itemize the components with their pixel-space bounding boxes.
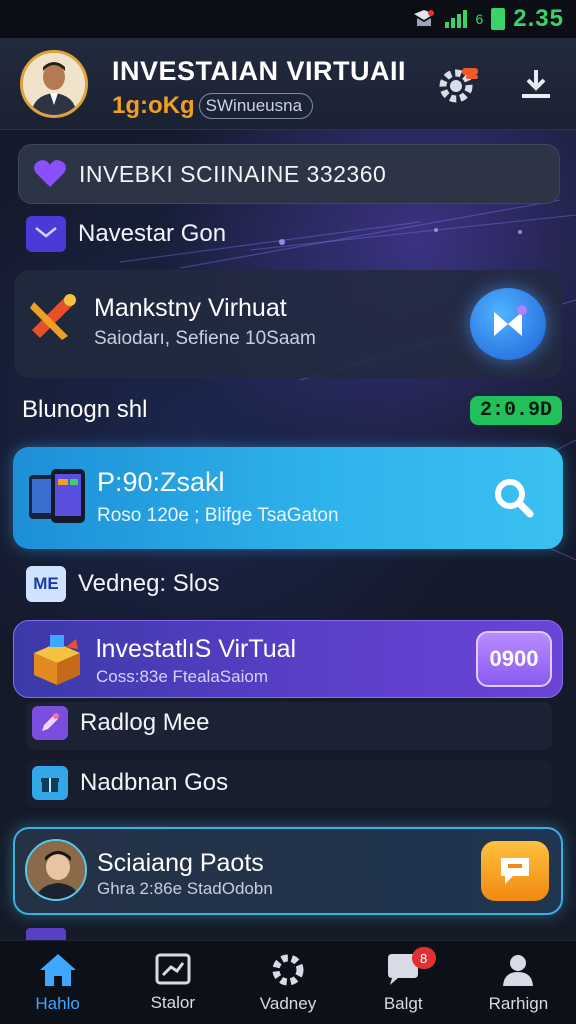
subtitle-accent: 1g:oKg	[112, 92, 195, 119]
chart-icon	[155, 953, 191, 984]
list-item-nadbnan[interactable]: Nadbnan Gos	[32, 766, 228, 800]
mail-icon	[26, 216, 66, 252]
list-item-partial	[26, 928, 66, 940]
card-virtual[interactable]: Mankstny Virhuat Saiodarı, Sefiene 10Saa…	[14, 270, 562, 378]
devices-icon	[29, 469, 85, 523]
card-social[interactable]: Sciaiang Paots Ghra 2:86e StadOdobn	[13, 827, 563, 915]
card-subtitle: Ghra 2:86e StadOdobn	[97, 879, 273, 898]
download-button[interactable]	[512, 60, 560, 108]
section-badge: 2:0.9D	[469, 396, 562, 425]
card-title: Mankstny Virhuat	[94, 294, 287, 322]
card-title: lnvestatlıS VirTual	[96, 635, 297, 663]
card-investment[interactable]: lnvestatlıS VirTual Coss:83e FtealaSaiom…	[13, 620, 563, 698]
nav-label: Rarhign	[488, 993, 549, 1013]
nav-label: Vadney	[259, 993, 317, 1013]
section-title: Blunogn shl	[22, 396, 148, 423]
nav-label: Hahlo	[35, 993, 80, 1013]
nav-stats[interactable]: Stalor	[115, 941, 230, 1024]
nav-chat[interactable]: 8 Balgt	[346, 941, 461, 1024]
value-badge-text: 0900	[489, 646, 539, 671]
gear-icon	[439, 68, 478, 103]
list-item-label: Navestar Gon	[78, 220, 227, 247]
nav-label: Stalor	[150, 992, 196, 1012]
home-icon	[39, 953, 76, 986]
search-icon	[495, 479, 534, 518]
app-subtitle: 1g:oKg SWinueusna	[112, 92, 314, 120]
battery-icon	[491, 8, 506, 30]
list-item-label: Nadbnan Gos	[80, 769, 229, 796]
status-bar: 6 2.35	[0, 0, 576, 38]
nav-settings[interactable]: Vadney	[230, 941, 345, 1024]
edit-icon	[32, 706, 68, 740]
heart-icon	[34, 160, 66, 187]
nav-profile[interactable]: Rarhign	[461, 941, 576, 1024]
gear-icon	[272, 954, 304, 985]
gift-icon	[32, 766, 68, 800]
card-title: Sciaiang Paots	[97, 849, 264, 877]
box-icon	[34, 635, 80, 685]
me-icon-text: ME	[33, 574, 59, 593]
card-featured[interactable]: P:90:Zsakl Roso 120e ; Blifge TsaGaton	[13, 447, 563, 549]
nav-label: Balgt	[383, 993, 423, 1013]
card-subtitle: Saiodarı, Sefiene 10Saam	[94, 328, 316, 349]
me-icon: ME	[26, 566, 66, 602]
message-icon	[501, 858, 529, 884]
app-header: INVESTAIAN VIRTUAII 1g:oKg SWinueusna	[0, 38, 576, 130]
search-button[interactable]	[487, 471, 541, 525]
card-subtitle: Coss:83e FtealaSaiom	[96, 667, 268, 686]
avatar[interactable]	[20, 50, 88, 118]
network-label: 6	[475, 11, 484, 27]
chat-badge: 8	[411, 947, 436, 969]
download-icon	[522, 70, 550, 98]
nav-home[interactable]: Hahlo	[0, 941, 115, 1024]
clock: 2.35	[513, 5, 564, 32]
profile-icon	[503, 954, 534, 986]
message-button[interactable]	[481, 841, 549, 901]
card-subtitle: Roso 120e ; Blifge TsaGaton	[97, 505, 339, 526]
settings-button[interactable]	[434, 60, 482, 108]
send-button[interactable]	[470, 288, 546, 360]
notification-icon	[414, 10, 435, 26]
send-icon	[494, 305, 527, 336]
tools-icon	[30, 294, 76, 340]
social-avatar	[25, 839, 87, 901]
search-bar[interactable]: INVEBKI SCIINAINE 332360	[18, 144, 560, 204]
bottom-nav: Hahlo Stalor Vadney 8 Balgt Rarhign	[0, 940, 576, 1024]
app-title: INVESTAIAN VIRTUAII	[112, 56, 407, 86]
value-badge[interactable]: 0900	[476, 631, 552, 687]
list-item-navestar[interactable]: Navestar Gon	[26, 216, 226, 252]
signal-icon	[445, 10, 468, 28]
list-item-label: Radlog Mee	[80, 709, 210, 736]
list-item-radlog[interactable]: Radlog Mee	[32, 706, 209, 740]
list-item-vedneg[interactable]: ME Vedneg: Slos	[26, 566, 219, 602]
subtitle-pill: SWinueusna	[198, 93, 314, 119]
search-label: INVEBKI SCIINAINE 332360	[79, 160, 387, 187]
card-title: P:90:Zsakl	[97, 467, 225, 497]
list-item-label: Vedneg: Slos	[78, 570, 220, 597]
